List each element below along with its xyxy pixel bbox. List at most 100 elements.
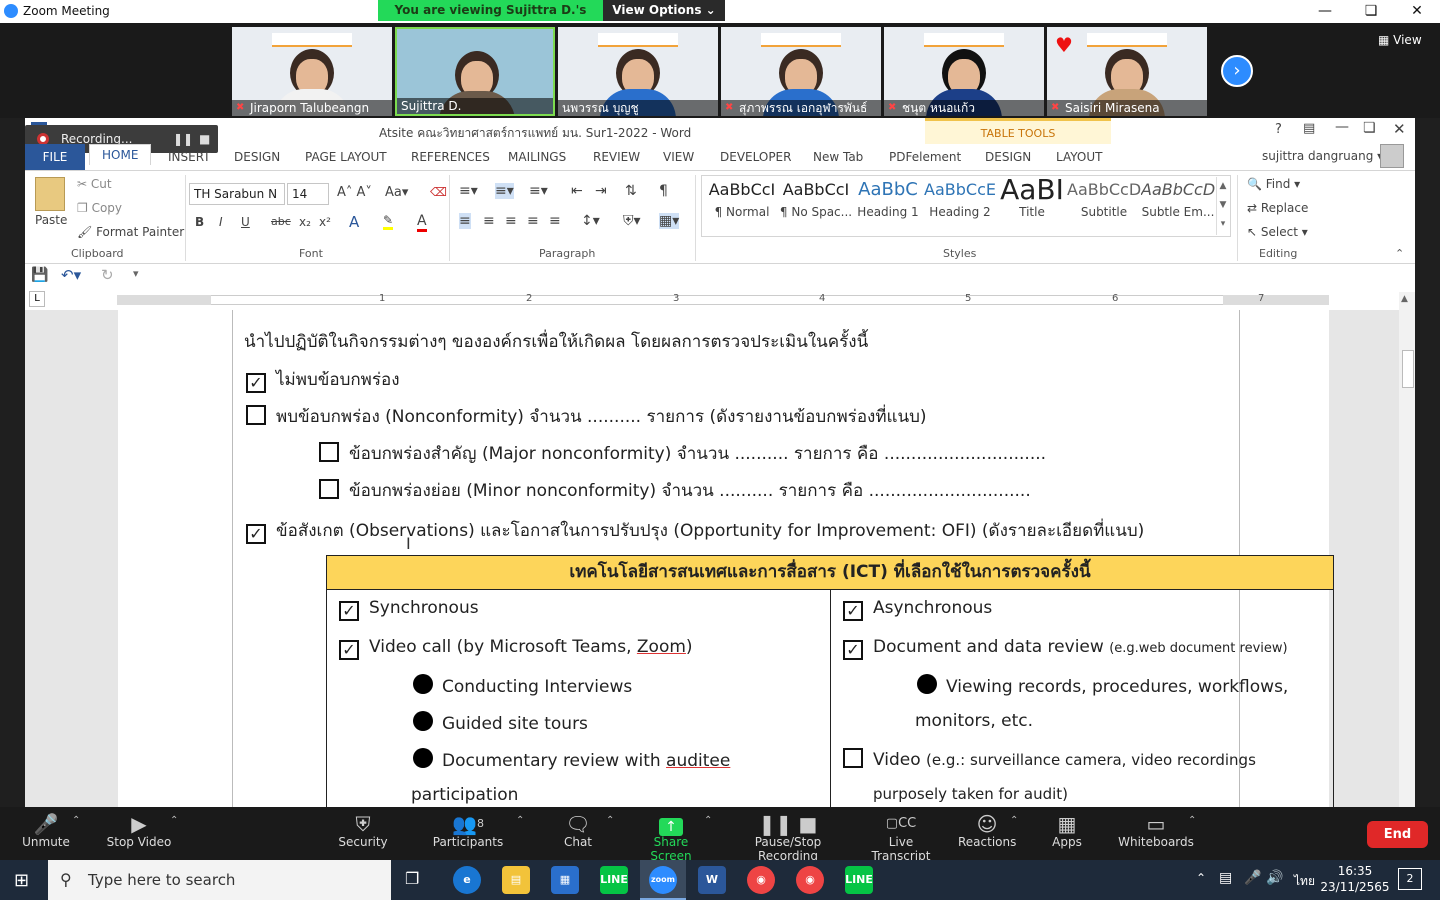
view-options-button[interactable]: View Options ⌄ <box>603 0 725 21</box>
tab-home[interactable]: HOME <box>89 144 152 165</box>
whiteboards-options-icon[interactable]: ⌃ <box>1188 815 1196 826</box>
help-icon[interactable]: ? <box>1275 122 1282 137</box>
copy-button[interactable]: ❐ Copy <box>77 201 122 215</box>
highlight-icon[interactable]: ✎ <box>383 213 394 230</box>
ribbon-display-icon[interactable]: ▤ <box>1303 121 1315 136</box>
subscript-icon[interactable]: x₂ <box>299 215 311 229</box>
checkbox-checked[interactable]: ✓ <box>339 601 359 621</box>
microphone-icon[interactable]: 🎤 <box>1244 870 1261 886</box>
font-color-icon[interactable]: A <box>417 213 427 232</box>
restore-icon[interactable]: ❏ <box>1348 0 1394 23</box>
find-button[interactable]: 🔍 Find ▾ <box>1247 177 1300 191</box>
undo-icon[interactable]: ↶▾ <box>61 266 81 284</box>
checkbox-unchecked[interactable] <box>246 405 266 425</box>
select-button[interactable]: ↖ Select ▾ <box>1247 225 1308 239</box>
store-icon[interactable]: ▦ <box>551 866 579 894</box>
tab-selector[interactable]: L <box>29 291 45 307</box>
scrollbar-thumb[interactable] <box>1402 350 1414 388</box>
document-page[interactable]: นำไปปฏิบัติในกิจกรรมต่างๆ ขององค์กรเพื่อ… <box>118 310 1334 807</box>
borders-icon[interactable]: ▦▾ <box>659 213 680 229</box>
file-explorer-icon[interactable]: ▤ <box>502 866 530 894</box>
view-button[interactable]: ▦ View <box>1378 33 1422 47</box>
network-icon[interactable]: ▤ <box>1219 870 1232 886</box>
increase-indent-icon[interactable]: ⇥ <box>595 183 607 199</box>
share-options-icon[interactable]: ⌃ <box>704 815 712 826</box>
tab-pdfelement[interactable]: PDFelement <box>889 150 961 164</box>
multilevel-list-icon[interactable]: ≡▾ <box>529 183 548 199</box>
live-transcript-button[interactable]: ▢CC Live Transcript <box>860 807 942 863</box>
style-subtle-emphasis[interactable]: AaBbCcD Subtle Em... <box>1141 175 1215 231</box>
participant-tile[interactable]: นพวรรณ บุญชู <box>558 27 718 116</box>
scroll-up-icon[interactable]: ▲ <box>1401 294 1408 304</box>
participants-options-icon[interactable]: ⌃ <box>516 815 524 826</box>
participant-tile[interactable]: สุภาพรรณ เอกอุฬารพันธ์ ✖ <box>721 27 881 116</box>
tab-insert[interactable]: INSERT <box>168 150 211 164</box>
style-normal[interactable]: AaBbCcI ¶ Normal <box>705 175 779 231</box>
apps-button[interactable]: ▦ Apps <box>1046 807 1088 860</box>
font-name-box[interactable]: TH Sarabun N <box>189 183 285 205</box>
windows-start-icon[interactable]: ⊞ <box>14 870 29 891</box>
strikethrough-icon[interactable]: abc <box>271 215 291 228</box>
chrome-profile-icon[interactable]: ◉ <box>796 866 824 894</box>
clear-formatting-icon[interactable]: ⌫ <box>430 185 447 199</box>
chat-options-icon[interactable]: ⌃ <box>606 815 614 826</box>
task-view-icon[interactable]: ❐ <box>405 869 419 888</box>
participant-tile[interactable]: ชนุต หนอแก้ว ✖ <box>884 27 1044 116</box>
customize-qat-icon[interactable]: ▾ <box>133 267 139 280</box>
user-avatar[interactable] <box>1380 144 1404 168</box>
notifications-icon[interactable]: 2 <box>1398 868 1422 890</box>
grow-font-icon[interactable]: A˄ A˅ <box>337 185 372 200</box>
checkbox-checked[interactable]: ✓ <box>843 640 863 660</box>
tab-table-design[interactable]: DESIGN <box>985 150 1031 164</box>
checkbox-unchecked[interactable] <box>319 442 339 462</box>
font-size-box[interactable]: 14 <box>287 183 329 205</box>
user-name[interactable]: sujittra dangruang ▾ <box>1262 149 1383 163</box>
format-painter-button[interactable]: 🖌 Format Painter <box>77 225 184 239</box>
align-left-icon[interactable]: ≡ <box>459 213 471 229</box>
style-heading-2[interactable]: AaBbCcE Heading 2 <box>923 175 997 231</box>
distributed-icon[interactable]: ≡ <box>549 213 561 229</box>
italic-icon[interactable]: I <box>219 215 223 229</box>
numbering-icon[interactable]: ≡▾ <box>495 183 514 199</box>
cut-button[interactable]: ✂ Cut <box>77 177 112 191</box>
checkbox-checked[interactable]: ✓ <box>246 524 266 544</box>
participant-tile[interactable]: Jiraporn Talubeangn ✖ <box>232 27 392 116</box>
reactions-button[interactable]: ☺ Reactions <box>958 807 1016 860</box>
checkbox-unchecked[interactable] <box>319 479 339 499</box>
align-right-icon[interactable]: ≡ <box>505 213 517 229</box>
taskbar-search-input[interactable]: ⚲ Type here to search <box>48 860 391 900</box>
tab-page-layout[interactable]: PAGE LAYOUT <box>305 150 387 164</box>
zoom-app-icon[interactable]: zoom <box>649 866 677 894</box>
replace-button[interactable]: ⇄ Replace <box>1247 201 1308 215</box>
paste-button[interactable]: Paste <box>35 213 67 227</box>
next-page-icon[interactable]: › <box>1221 55 1253 87</box>
shading-icon[interactable]: ⛨▾ <box>623 213 641 229</box>
styles-scroll[interactable]: ▲ ▼ ▾ <box>1216 177 1229 235</box>
checkbox-checked[interactable]: ✓ <box>246 373 266 393</box>
taskbar-clock[interactable]: 16:35 23/11/2565 <box>1320 863 1390 895</box>
save-icon[interactable]: 💾 <box>31 267 48 283</box>
align-center-icon[interactable]: ≡ <box>483 213 495 229</box>
line-spacing-icon[interactable]: ↕▾ <box>581 213 600 229</box>
unmute-button[interactable]: 🎤 Unmute <box>18 807 74 860</box>
change-case-icon[interactable]: Aa▾ <box>385 185 408 200</box>
underline-icon[interactable]: U <box>241 215 250 229</box>
checkbox-checked[interactable]: ✓ <box>843 601 863 621</box>
volume-icon[interactable]: 🔊 <box>1266 870 1283 886</box>
participants-button[interactable]: 👥8 Participants <box>432 807 504 860</box>
tab-table-layout[interactable]: LAYOUT <box>1056 150 1102 164</box>
bold-icon[interactable]: B <box>195 215 204 229</box>
minimize-icon[interactable]: — <box>1335 119 1349 135</box>
chrome-icon[interactable]: ◉ <box>747 866 775 894</box>
text-effects-icon[interactable]: A <box>349 213 359 231</box>
style-heading-1[interactable]: AaBbC Heading 1 <box>851 175 925 231</box>
line-icon[interactable]: LINE <box>845 866 873 894</box>
participant-tile[interactable]: ♥ Saisiri Mirasena ✖ <box>1047 27 1207 116</box>
word-app-icon[interactable]: W <box>698 866 726 894</box>
tab-review[interactable]: REVIEW <box>593 150 640 164</box>
minimize-icon[interactable]: — <box>1302 0 1348 23</box>
tab-design[interactable]: DESIGN <box>234 150 280 164</box>
whiteboards-button[interactable]: ▭ Whiteboards <box>1118 807 1194 860</box>
restore-icon[interactable]: ❏ <box>1363 120 1376 136</box>
style-subtitle[interactable]: AaBbCcD Subtitle <box>1067 175 1141 231</box>
